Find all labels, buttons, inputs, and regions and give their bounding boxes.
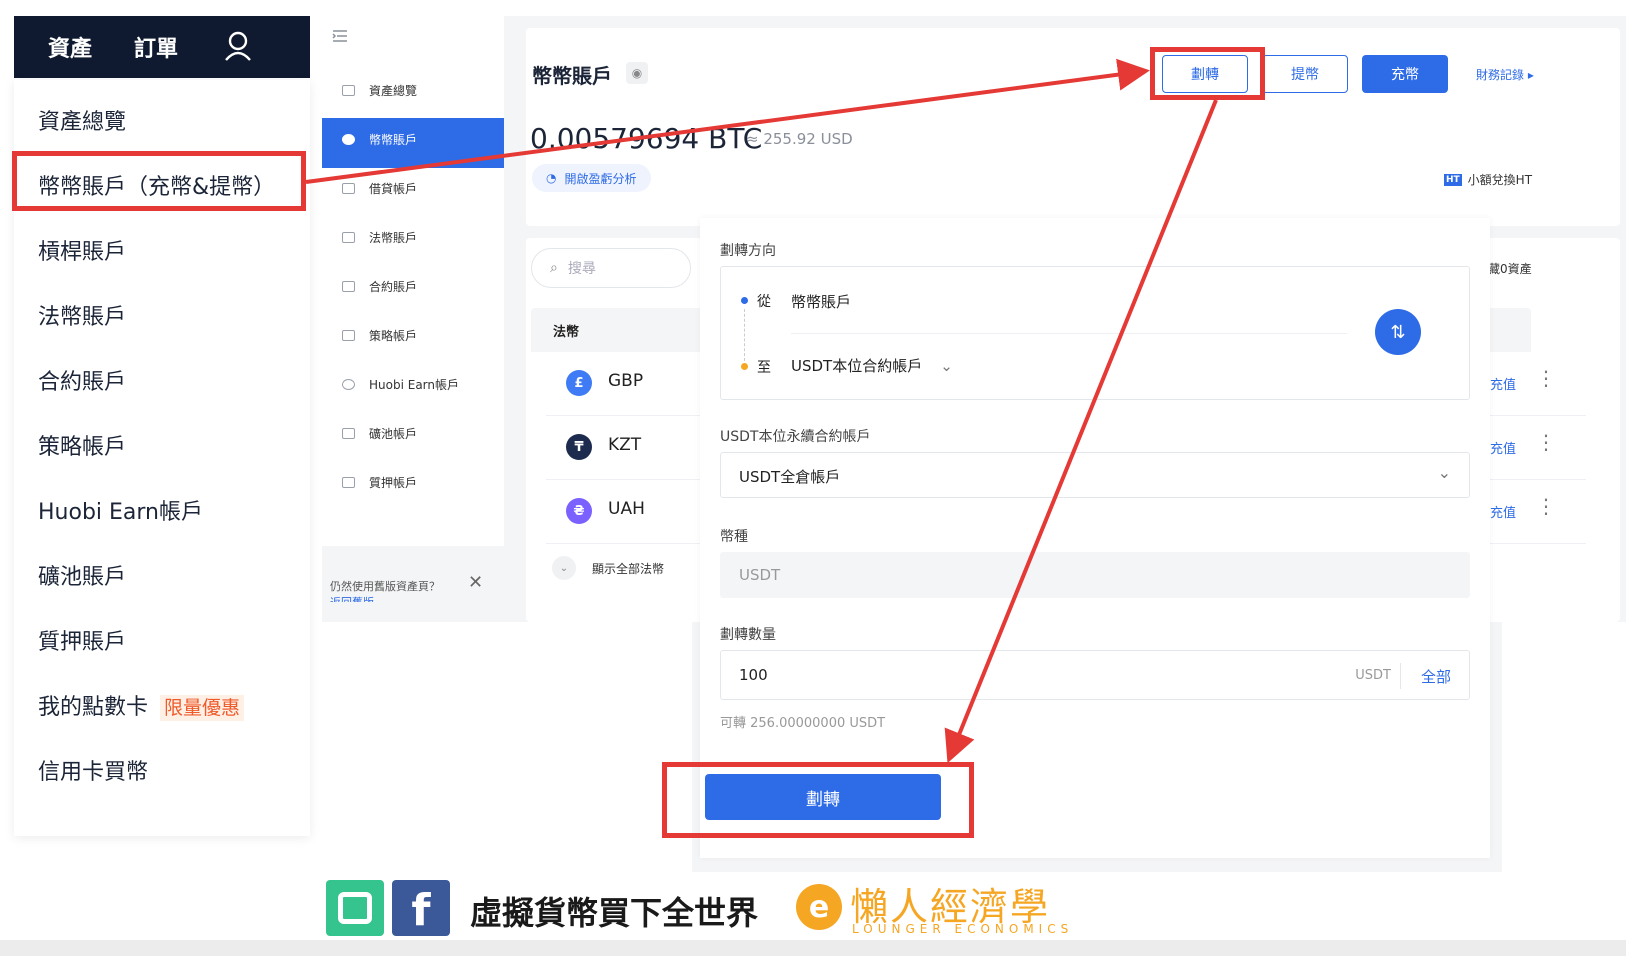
brand-logo-icon: e	[796, 884, 842, 930]
facebook-logo-icon: f	[392, 880, 450, 936]
slogan: 虛擬貨幣買下全世界	[470, 894, 759, 932]
arrow-to-transfer	[305, 58, 1150, 184]
footer-banner: f 虛擬貨幣買下全世界 e 懶人經濟學 LOUNGER ECONOMICS	[326, 868, 1130, 938]
line-logo-icon	[326, 880, 384, 936]
arrow-to-submit	[944, 99, 1218, 764]
brand-name-en: LOUNGER ECONOMICS	[852, 922, 1074, 936]
bottom-bar	[0, 940, 1626, 956]
annotation-arrows	[305, 58, 1218, 764]
